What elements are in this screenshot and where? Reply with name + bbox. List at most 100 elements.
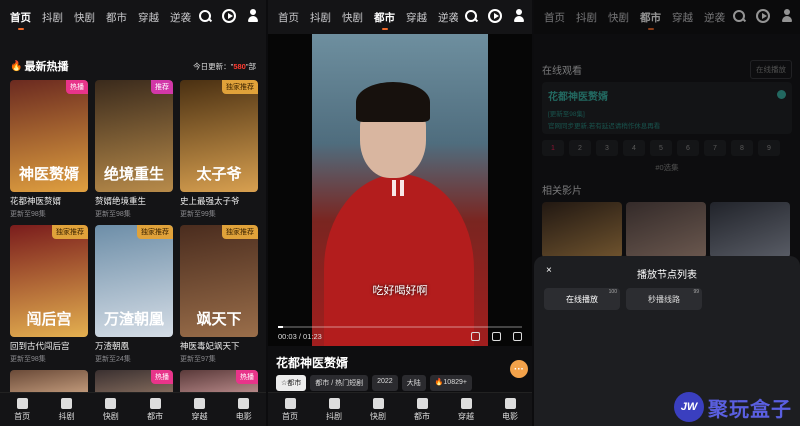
- home-screen: 首页 抖剧 快剧 都市 穿越 逆袭 虐 🔥 最新热播 今日更新："580"部 热…: [0, 0, 266, 426]
- node-list: 在线播放 100 秒播线路 99: [544, 288, 702, 310]
- more-button[interactable]: ···: [510, 360, 528, 378]
- card-title: 花都神医赘婿: [10, 196, 62, 206]
- play-history-icon[interactable]: [222, 9, 236, 23]
- face-icon: [460, 397, 472, 409]
- kuaiju-icon: [372, 397, 384, 409]
- player-screen: 首页 抖剧 快剧 都市 穿越 逆袭 虐 吃好喝好啊 00:03: [268, 0, 532, 426]
- tiktok-icon: [60, 397, 72, 409]
- bottom-nav-kuaiju[interactable]: 快剧: [370, 397, 386, 422]
- bottom-nav-douju[interactable]: 抖剧: [326, 397, 342, 422]
- jw-logo-icon: JW: [674, 392, 704, 422]
- card-badge: 独家推荐: [222, 80, 258, 94]
- drama-poster: 独家推荐飒天下: [180, 225, 258, 337]
- time-total: 01:23: [303, 332, 322, 341]
- bottom-nav-movie[interactable]: 电影: [236, 397, 252, 422]
- drama-card[interactable]: 独家推荐 飒天下 神医毒妃飒天下 更新至97集: [180, 225, 258, 364]
- drama-card[interactable]: 独家推荐 太子爷 史上最强太子爷 更新至99集: [180, 80, 258, 219]
- tab-home[interactable]: 首页: [10, 10, 31, 25]
- bottom-nav-urban[interactable]: 都市: [147, 397, 163, 422]
- views-chip: 🔥10829+: [429, 375, 472, 391]
- fire-icon: 🔥: [10, 60, 23, 72]
- tiktok-icon: [328, 397, 340, 409]
- tab-home[interactable]: 首页: [278, 10, 299, 25]
- drama-poster: 推荐 绝境重生: [95, 80, 173, 192]
- card-episodes: 更新至99集: [180, 211, 216, 218]
- fullscreen-icon[interactable]: [513, 332, 522, 341]
- drama-card[interactable]: 独家推荐 万渣朝凰 万渣朝凰 更新至24集: [95, 225, 173, 364]
- star-icon: [149, 397, 161, 409]
- user-icon[interactable]: [512, 9, 526, 23]
- top-icons: [192, 9, 260, 23]
- card-badge: 热播: [236, 370, 258, 384]
- top-nav: 首页 抖剧 快剧 都市 穿越 逆袭 虐: [0, 0, 266, 34]
- detail-screen: 首页 抖剧 快剧 都市 穿越 逆袭 在线观看 在线播放 花都神医赘婿 [更新至9…: [534, 0, 800, 426]
- settings-icon[interactable]: [471, 332, 480, 341]
- watermark-logo: JW 聚玩盒子: [674, 392, 792, 422]
- screenshot-stage: 首页 抖剧 快剧 都市 穿越 逆袭 虐 🔥 最新热播 今日更新："580"部 热…: [0, 0, 800, 426]
- drama-card[interactable]: 独家推荐 闯后宫 回到古代闯后宫 更新至98集: [10, 225, 88, 364]
- top-nav: 首页 抖剧 快剧 都市 穿越 逆袭 虐: [268, 0, 532, 34]
- drama-title: 花都神医赘婿: [276, 356, 349, 370]
- drama-poster: 独家推荐太子爷: [180, 80, 258, 192]
- node-online[interactable]: 在线播放 100: [544, 288, 620, 310]
- year-chip: 2022: [372, 375, 398, 391]
- bottom-nav: 首页 抖剧 快剧 都市 穿越 电影: [0, 392, 266, 426]
- poster-title: 飒天下: [196, 311, 242, 328]
- play-history-icon[interactable]: [488, 9, 502, 23]
- film-icon: [504, 397, 516, 409]
- user-icon[interactable]: [246, 9, 260, 23]
- tab-time-travel[interactable]: 穿越: [138, 10, 159, 25]
- face-icon: [193, 397, 205, 409]
- time-current: 00:03: [278, 332, 297, 341]
- tab-urban[interactable]: 都市: [374, 10, 395, 25]
- bottom-nav-kuaiju[interactable]: 快剧: [103, 397, 119, 422]
- drama-grid: 热播 神医赘婿 花都神医赘婿 更新至98集 推荐 绝境重生 赘婿绝境重生 更新至98集 独家推荐…: [10, 80, 258, 396]
- search-icon[interactable]: [464, 9, 478, 23]
- card-title: 神医毒妃飒天下: [180, 341, 240, 351]
- screenshot-icon[interactable]: [492, 332, 501, 341]
- tab-comeback[interactable]: 逆袭: [170, 10, 191, 25]
- card-title: 万渣朝凰: [95, 341, 130, 351]
- star-icon: [416, 397, 428, 409]
- video-player[interactable]: 吃好喝好啊 00:03 / 01:23: [268, 34, 532, 346]
- poster-title: 闯后宫: [26, 311, 72, 328]
- top-icons: [458, 9, 526, 23]
- bottom-nav-time-travel[interactable]: 穿越: [191, 397, 207, 422]
- favorite-chip[interactable]: ☆都市: [276, 375, 307, 391]
- home-icon: [284, 397, 296, 409]
- card-badge: 独家推荐: [52, 225, 88, 239]
- bottom-nav-time-travel[interactable]: 穿越: [458, 397, 474, 422]
- tab-kuaiju[interactable]: 快剧: [74, 10, 95, 25]
- poster-title: 神医赘婿: [18, 166, 79, 183]
- drama-card[interactable]: 推荐 绝境重生 赘婿绝境重生 更新至98集: [95, 80, 173, 219]
- tab-douju[interactable]: 抖剧: [310, 10, 331, 25]
- bottom-nav-home[interactable]: 首页: [14, 397, 30, 422]
- video-subtitle: 吃好喝好啊: [372, 285, 428, 297]
- pause-icon[interactable]: [392, 180, 404, 196]
- home-icon: [16, 397, 28, 409]
- bottom-nav-urban[interactable]: 都市: [414, 397, 430, 422]
- card-badge: 独家推荐: [222, 225, 258, 239]
- video-controls: 00:03 / 01:23: [278, 332, 522, 341]
- drama-poster: 独家推荐闯后宫: [10, 225, 88, 337]
- bottom-nav-douju[interactable]: 抖剧: [58, 397, 74, 422]
- tab-urban[interactable]: 都市: [106, 10, 127, 25]
- bottom-nav: 首页 抖剧 快剧 都市 穿越 电影: [268, 392, 532, 426]
- poster-title: 太子爷: [196, 166, 242, 183]
- drama-poster: 热播 神医赘婿: [10, 80, 88, 192]
- tab-time-travel[interactable]: 穿越: [406, 10, 427, 25]
- card-episodes: 更新至24集: [95, 356, 131, 363]
- progress-bar[interactable]: [278, 326, 522, 328]
- drama-card[interactable]: 热播 神医赘婿花都神医赘婿 更新至98集: [10, 80, 88, 219]
- poster-title: 绝境重生: [103, 166, 164, 183]
- tab-kuaiju[interactable]: 快剧: [342, 10, 363, 25]
- card-episodes: 更新至98集: [10, 356, 46, 363]
- tab-douju[interactable]: 抖剧: [42, 10, 63, 25]
- search-icon[interactable]: [198, 9, 212, 23]
- tab-comeback[interactable]: 逆袭: [438, 10, 459, 25]
- node-fast[interactable]: 秒播线路 99: [626, 288, 702, 310]
- bottom-nav-home[interactable]: 首页: [282, 397, 298, 422]
- card-episodes: 更新至98集: [10, 211, 46, 218]
- poster-title: 万渣朝凰: [103, 311, 164, 328]
- bottom-nav-movie[interactable]: 电影: [502, 397, 518, 422]
